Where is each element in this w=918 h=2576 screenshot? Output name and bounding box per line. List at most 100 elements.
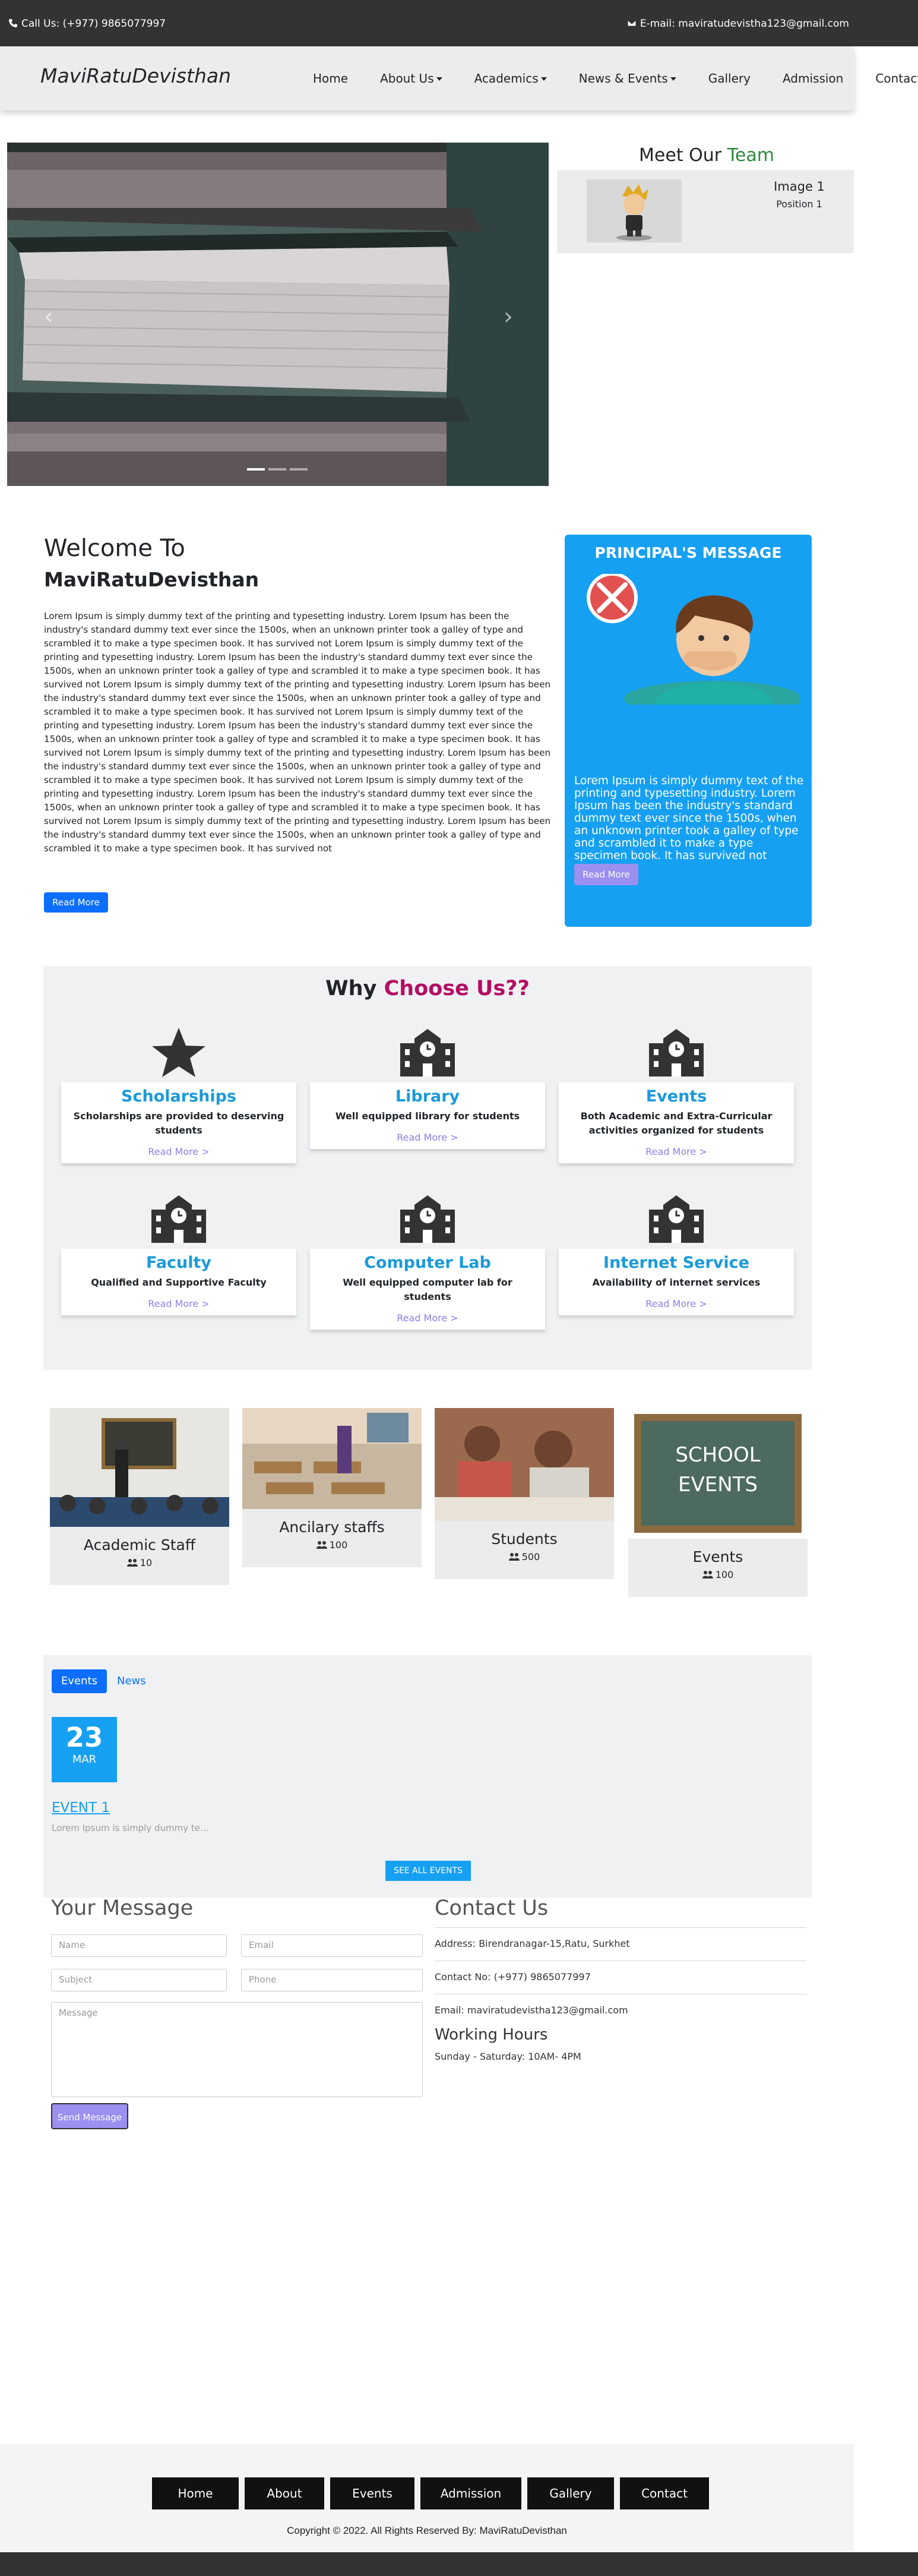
hero-carousel: ‹ › [7,143,549,486]
nav-item-about-us[interactable]: About Us [364,71,458,86]
stat-label: Students [491,1530,558,1548]
event-month: MAR [72,1753,97,1766]
send-message-button[interactable]: Send Message [51,2103,128,2129]
contact-title: Contact Us [435,1896,549,1920]
tab-news[interactable]: News [107,1669,156,1693]
main-nav: Home About Us Academics News & Events Galler… [297,46,918,111]
feature-card: Library Well equipped library for student… [310,1082,545,1149]
stat-count: 100 [628,1569,808,1580]
welcome-school-name: MaviRatuDevisthan [44,568,259,591]
footer-link-home[interactable]: Home [152,2477,239,2509]
feature-card: Faculty Qualified and Supportive Faculty R… [61,1249,296,1315]
carousel-indicator[interactable] [268,468,286,471]
stat-image [435,1408,614,1521]
bottom-bar [0,2552,918,2576]
carousel-prev-button[interactable]: ‹ [44,303,53,330]
stat-card-events: SCHOOL EVENTS Events 100 [628,1408,808,1597]
brand-logo[interactable]: MaviRatuDevisthan [40,64,231,87]
event-title-link[interactable]: EVENT 1 [52,1800,110,1816]
working-hours-text: Sunday - Saturday: 10AM- 4PM [435,2051,581,2062]
why-title-highlight: Choose Us?? [384,977,530,1000]
caret-down-icon [540,77,547,81]
nav-item-gallery[interactable]: Gallery [692,71,767,86]
feature-description: Well equipped library for students [335,1110,520,1122]
carousel-indicator[interactable] [290,468,308,471]
email-field[interactable]: Email [241,1934,423,1957]
feature-read-more-link[interactable]: Read More > [310,1312,545,1324]
footer-link-contact[interactable]: Contact [620,2477,709,2509]
team-title-highlight: Team [727,145,774,166]
footer-link-gallery[interactable]: Gallery [527,2477,614,2509]
feature-title: Faculty [145,1254,212,1272]
feature-read-more-link[interactable]: Read More > [310,1132,545,1143]
why-choose-us-section: Why Choose Us?? Scholarships Scholarships… [43,966,812,1370]
welcome-heading: Welcome To [44,535,185,562]
feature-card: Internet Service Availability of internet… [559,1249,794,1315]
message-textarea[interactable]: Message [51,2002,423,2097]
nav-item-label: Gallery [708,71,751,86]
caret-down-icon [670,77,676,81]
tab-events[interactable]: Events [52,1669,107,1693]
nav-item-label: Admission [782,71,844,86]
feature-title: Library [395,1087,460,1106]
why-title: Why Choose Us?? [43,977,812,1000]
footer-nav: Home About Events Admission Gallery Contact [152,2477,709,2509]
stat-label: Academic Staff [83,1536,196,1554]
nav-item-news-events[interactable]: News & Events [563,71,692,86]
team-member-name: Image 1 [774,179,825,194]
users-icon [702,1571,713,1579]
stat-count: 100 [242,1539,422,1551]
users-icon [316,1541,327,1549]
see-all-events-button[interactable]: SEE ALL EVENTS [385,1861,471,1881]
welcome-read-more-button[interactable]: Read More [44,892,108,913]
principal-read-more-button[interactable]: Read More [574,864,638,885]
team-member-card[interactable]: Image 1 Position 1 [557,170,854,253]
stat-count-value: 100 [715,1569,734,1580]
footer-link-events[interactable]: Events [330,2477,414,2509]
school-icon [647,1192,706,1245]
subject-field[interactable]: Subject [51,1969,227,1991]
nav-item-contact[interactable]: Contact [859,71,918,86]
team-member-position: Position 1 [776,198,822,210]
copyright-text: Copyright © 2022. All Rights Reserved By… [287,2525,567,2536]
event-date-badge: 23 MAR [52,1717,117,1782]
feature-read-more-link[interactable]: Read More > [559,1146,794,1157]
phone-field[interactable]: Phone [241,1969,423,1991]
working-hours-title: Working Hours [435,2026,548,2044]
team-title: Meet Our Team [558,145,855,166]
envelope-icon [627,20,637,27]
carousel-next-button[interactable]: › [504,303,513,330]
feature-read-more-link[interactable]: Read More > [61,1298,296,1309]
nav-item-label: Home [313,71,349,86]
nav-item-academics[interactable]: Academics [458,71,563,86]
board-text: SCHOOL [675,1443,760,1467]
principal-illustration [587,574,800,705]
users-icon [126,1559,138,1567]
feature-description: Scholarships are provided to deserving s… [73,1110,284,1136]
footer-link-about[interactable]: About [245,2477,324,2509]
stat-label: Events [692,1548,743,1565]
feature-description: Well equipped computer lab for students [343,1277,512,1302]
feature-read-more-link[interactable]: Read More > [61,1146,296,1157]
feature-title: Events [645,1087,707,1106]
feature-title: Computer Lab [364,1254,491,1272]
users-icon [508,1553,520,1561]
feature-card: Computer Lab Well equipped computer lab f… [310,1249,545,1330]
feature-description: Both Academic and Extra-Curricular activ… [580,1110,773,1136]
contact-address: Address: Birendranagar-15,Ratu, Surkhet [435,1938,630,1949]
nav-item-label: News & Events [578,71,668,86]
divider [435,1927,806,1928]
message-form-title: Your Message [51,1896,194,1920]
email-text: E-mail: maviratudevistha123@gmail.com [640,18,849,30]
footer-link-admission[interactable]: Admission [420,2477,521,2509]
nav-item-home[interactable]: Home [297,71,364,86]
feature-read-more-link[interactable]: Read More > [559,1298,794,1309]
stat-card-ancilary-staffs: Ancilary staffs 100 [242,1408,422,1567]
carousel-indicator[interactable] [247,468,265,471]
name-field[interactable]: Name [51,1934,227,1957]
contact-phone: Contact No: (+977) 9865077997 [435,1971,591,1982]
stat-count: 500 [435,1551,614,1562]
star-icon [149,1025,208,1079]
principal-title: PRINCIPAL'S MESSAGE [594,544,782,561]
nav-item-admission[interactable]: Admission [767,71,859,86]
